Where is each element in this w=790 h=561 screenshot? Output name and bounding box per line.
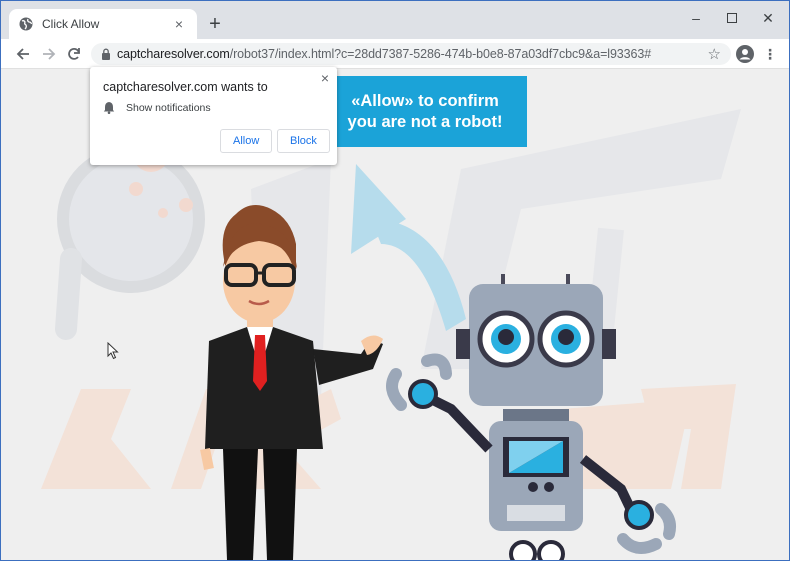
window-close-icon[interactable]: ✕: [753, 7, 783, 29]
bookmark-star-icon[interactable]: ☆: [708, 45, 721, 63]
curved-arrow-graphic: [351, 164, 466, 331]
new-tab-plus-icon[interactable]: +: [206, 14, 224, 34]
url-host: captcharesolver.com: [117, 47, 230, 61]
reload-icon[interactable]: [64, 44, 84, 64]
tab-close-icon[interactable]: ×: [171, 16, 187, 32]
robot-illustration: [386, 274, 676, 560]
permission-text: Show notifications: [126, 101, 211, 114]
notification-permission-popup: captcharesolver.com wants to × Show noti…: [90, 67, 337, 165]
tab-click-allow[interactable]: Click Allow ×: [9, 9, 197, 39]
forward-arrow-icon[interactable]: [39, 44, 59, 64]
kebab-menu-icon[interactable]: ⋮: [763, 45, 777, 63]
globe-icon: [19, 17, 33, 31]
tab-title: Click Allow: [42, 17, 100, 31]
minimize-icon[interactable]: –: [681, 7, 711, 29]
popup-title: captcharesolver.com wants to: [103, 80, 268, 94]
businessman-illustration: [200, 205, 383, 560]
browser-window: Click Allow × + – ✕ captcharesolver.com/…: [0, 0, 790, 561]
address-bar[interactable]: captcharesolver.com/robot37/index.html?c…: [91, 43, 731, 65]
browser-toolbar: captcharesolver.com/robot37/index.html?c…: [1, 39, 789, 69]
profile-avatar-icon[interactable]: [736, 45, 754, 63]
maximize-icon[interactable]: [717, 7, 747, 29]
bell-icon: [103, 102, 115, 114]
tab-strip: Click Allow × + – ✕: [1, 1, 789, 39]
url-text: captcharesolver.com/robot37/index.html?c…: [117, 47, 651, 61]
url-path: /robot37/index.html?c=28dd7387-5286-474b…: [229, 47, 652, 61]
allow-button[interactable]: Allow: [220, 129, 273, 153]
back-arrow-icon[interactable]: [13, 44, 33, 64]
lock-icon: [102, 48, 110, 60]
block-button[interactable]: Block: [277, 129, 330, 153]
popup-close-icon[interactable]: ×: [321, 70, 329, 86]
permission-row: Show notifications: [103, 101, 211, 114]
mouse-pointer-icon: [107, 342, 119, 360]
